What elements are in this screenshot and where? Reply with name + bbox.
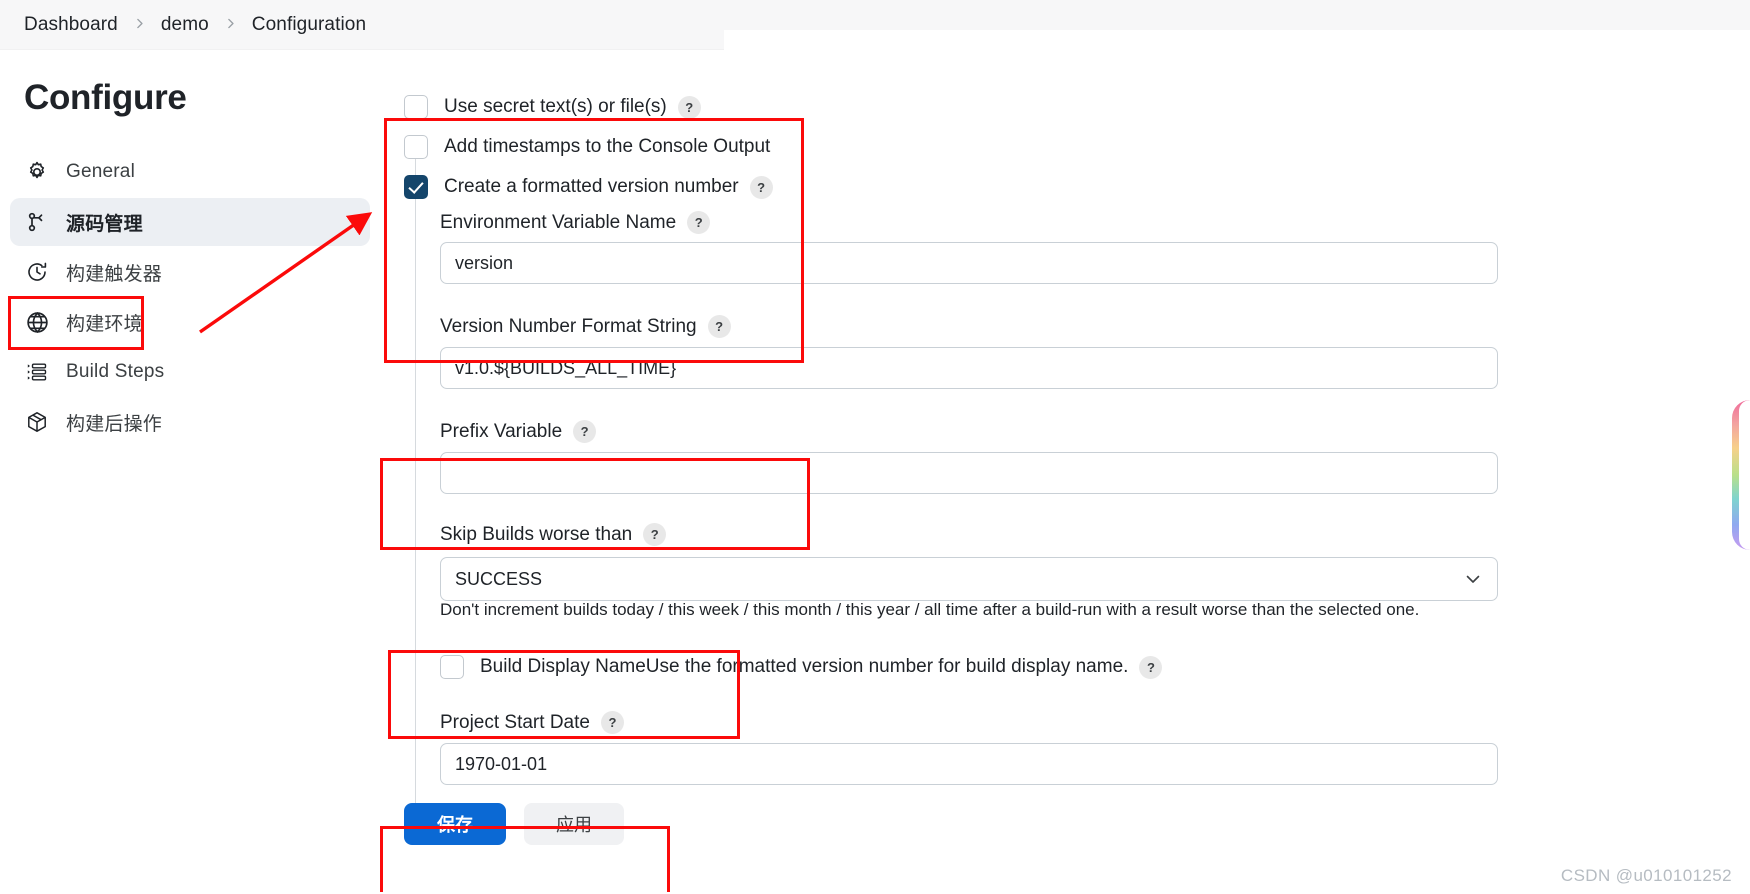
version-format-string-value: v1.0.${BUILDS_ALL_TIME} — [455, 357, 677, 378]
save-button[interactable]: 保存 — [404, 803, 506, 845]
page-title: Configure — [24, 78, 187, 117]
version-format-string-input[interactable]: v1.0.${BUILDS_ALL_TIME} — [440, 347, 1498, 389]
build-display-name-label: Build Display NameUse the formatted vers… — [480, 656, 1129, 677]
sidebar-nav-list: General 源码管理 构建触发器 构建环境 Build Steps 构建后操… — [10, 148, 370, 448]
sidebar-item-general[interactable]: General — [10, 148, 370, 196]
checkbox-row-use-secret-text[interactable]: Use secret text(s) or file(s) ? — [404, 95, 701, 119]
checkbox-row-build-display-name[interactable]: Build Display NameUse the formatted vers… — [440, 655, 1163, 679]
add-timestamps-label: Add timestamps to the Console Output — [444, 136, 771, 157]
breadcrumb-item-configuration[interactable]: Configuration — [252, 14, 366, 36]
prefix-variable-label: Prefix Variable — [440, 420, 563, 442]
help-icon[interactable]: ? — [600, 711, 624, 734]
skip-builds-label-row: Skip Builds worse than ? — [440, 523, 667, 546]
help-icon[interactable]: ? — [707, 315, 731, 338]
help-icon[interactable]: ? — [573, 420, 597, 443]
breadcrumb-item-dashboard[interactable]: Dashboard — [24, 14, 118, 36]
project-start-date-label: Project Start Date — [440, 711, 590, 733]
use-secret-text-checkbox[interactable] — [404, 95, 428, 119]
sidebar-item-label: General — [66, 161, 135, 182]
skip-builds-hint: Don't increment builds today / this week… — [440, 600, 1420, 619]
help-icon[interactable]: ? — [643, 523, 667, 546]
sidebar-item-build-environment[interactable]: 构建环境 — [10, 298, 370, 346]
package-icon — [24, 409, 50, 435]
create-version-number-checkbox[interactable] — [404, 175, 428, 199]
sidebar-item-post-build-actions[interactable]: 构建后操作 — [10, 398, 370, 446]
sidebar-item-label: 构建触发器 — [66, 263, 163, 285]
watermark: CSDN @u010101252 — [1560, 866, 1732, 885]
environment-variable-name-value: version — [455, 252, 514, 273]
project-start-date-value: 1970-01-01 — [455, 753, 548, 774]
help-icon[interactable]: ? — [677, 95, 701, 119]
source-branch-icon — [24, 209, 50, 235]
breadcrumb-item-demo[interactable]: demo — [161, 14, 209, 36]
decorative-rainbow-sliver — [1732, 400, 1750, 550]
configuration-form: Use secret text(s) or file(s) ? Add time… — [380, 50, 1750, 894]
create-version-number-label: Create a formatted version number — [444, 176, 739, 197]
breadcrumb-bar-notch — [724, 30, 1750, 51]
skip-builds-label: Skip Builds worse than — [440, 523, 633, 545]
sidebar-item-source-management[interactable]: 源码管理 — [10, 198, 370, 246]
environment-variable-name-label: Environment Variable Name — [440, 211, 677, 233]
prefix-variable-input[interactable] — [440, 452, 1498, 494]
list-steps-icon — [24, 359, 50, 385]
help-icon[interactable]: ? — [687, 211, 711, 234]
apply-button[interactable]: 应用 — [524, 803, 624, 845]
build-display-name-checkbox[interactable] — [440, 655, 464, 679]
checkbox-row-create-version-number[interactable]: Create a formatted version number ? — [404, 175, 773, 199]
skip-builds-select[interactable]: SUCCESS — [440, 557, 1498, 601]
sidebar-item-label: 构建环境 — [66, 313, 143, 335]
sidebar-item-label: 源码管理 — [66, 213, 143, 235]
sidebar: Configure General 源码管理 构建触发器 构建环境 Build … — [0, 50, 380, 894]
sidebar-item-build-steps[interactable]: Build Steps — [10, 348, 370, 396]
sidebar-item-label: 构建后操作 — [66, 413, 163, 435]
gear-icon — [24, 159, 50, 185]
environment-variable-name-input[interactable]: version — [440, 242, 1498, 284]
help-icon[interactable]: ? — [1139, 655, 1163, 679]
help-icon[interactable]: ? — [749, 175, 773, 199]
checkbox-row-add-timestamps[interactable]: Add timestamps to the Console Output — [404, 135, 770, 159]
use-secret-text-label: Use secret text(s) or file(s) — [444, 96, 667, 117]
add-timestamps-checkbox[interactable] — [404, 135, 428, 159]
clock-icon — [24, 259, 50, 285]
project-start-date-label-row: Project Start Date ? — [440, 711, 624, 734]
version-format-string-label-row: Version Number Format String ? — [440, 315, 731, 338]
sidebar-item-build-triggers[interactable]: 构建触发器 — [10, 248, 370, 296]
chevron-right-icon — [133, 17, 146, 30]
version-format-string-label: Version Number Format String — [440, 315, 697, 337]
environment-variable-name-label-row: Environment Variable Name ? — [440, 211, 711, 234]
skip-builds-value: SUCCESS — [455, 568, 543, 589]
chevron-down-icon[interactable] — [1463, 569, 1483, 589]
chevron-right-icon — [224, 17, 237, 30]
prefix-variable-label-row: Prefix Variable ? — [440, 420, 597, 443]
project-start-date-input[interactable]: 1970-01-01 — [440, 743, 1498, 785]
indent-guide — [415, 400, 416, 830]
footer-separator — [380, 828, 660, 829]
globe-icon — [24, 309, 50, 335]
sidebar-item-label: Build Steps — [66, 361, 165, 382]
